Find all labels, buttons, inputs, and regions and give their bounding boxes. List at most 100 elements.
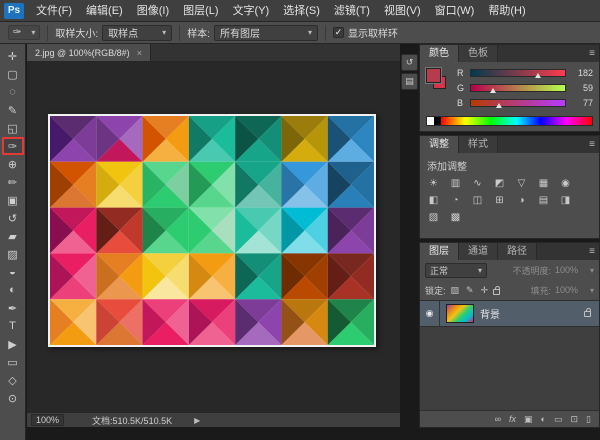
layer-row-background[interactable]: ◉ 背景 — [420, 301, 599, 327]
delete-layer-button[interactable]: ▯ — [586, 414, 591, 425]
menu-item[interactable]: 窗口(W) — [428, 0, 482, 22]
adjustment-brightness-contrast-icon[interactable]: ☀ — [427, 177, 440, 190]
menu-item[interactable]: 文字(Y) — [226, 0, 277, 22]
adjustment-channel-mixer-icon[interactable]: ◫ — [471, 194, 484, 207]
sample-layers-dropdown[interactable]: 所有图层 ▾ — [214, 25, 318, 41]
menu-item[interactable]: 选择(S) — [276, 0, 327, 22]
crop-tool[interactable]: ◱ — [2, 119, 24, 137]
channel-slider-track[interactable] — [470, 99, 566, 107]
new-group-button[interactable]: ▭ — [554, 414, 563, 425]
lasso-tool[interactable]: ◌ — [2, 83, 24, 101]
move-tool[interactable]: ✛ — [2, 47, 24, 65]
dodge-tool[interactable]: ◐ — [2, 281, 24, 299]
menu-item[interactable]: 滤镜(T) — [327, 0, 377, 22]
menu-item[interactable]: 编辑(E) — [79, 0, 130, 22]
show-sampling-ring-checkbox[interactable]: ✓ — [333, 27, 344, 38]
adjustment-curves-icon[interactable]: ∿ — [471, 177, 484, 190]
close-icon[interactable]: × — [137, 48, 142, 58]
sample-size-dropdown[interactable]: 取样点 ▾ — [102, 25, 172, 41]
tab-adjustments[interactable]: 调整 — [420, 136, 459, 153]
panel-menu-icon[interactable]: ≡ — [589, 45, 595, 62]
canvas[interactable] — [27, 62, 400, 412]
lock-transparency-icon[interactable]: ▨ — [450, 285, 461, 296]
blend-mode-dropdown[interactable]: 正常 ▾ — [425, 263, 487, 278]
menu-item[interactable]: 图像(I) — [130, 0, 176, 22]
adjustment-black-white-icon[interactable]: ◧ — [427, 194, 440, 207]
foreground-color-swatch[interactable] — [426, 68, 441, 83]
adjustment-photo-filter-icon[interactable]: ◔ — [449, 194, 462, 207]
path-selection-tool[interactable]: ▶ — [2, 335, 24, 353]
adjustment-hue-saturation-icon[interactable]: ▦ — [537, 177, 550, 190]
slider-handle[interactable] — [496, 103, 502, 108]
tab-layers[interactable]: 图层 — [420, 243, 459, 260]
adjustment-exposure-icon[interactable]: ◩ — [493, 177, 506, 190]
collapsed-panel-history-icon[interactable]: ↺ — [401, 54, 418, 71]
opacity-value[interactable]: 100% — [555, 265, 578, 275]
document-tab[interactable]: 2.jpg @ 100%(RGB/8#) × — [27, 44, 151, 61]
layer-style-button[interactable]: fx — [509, 414, 516, 424]
eraser-tool[interactable]: ▰ — [2, 227, 24, 245]
color-slider-b: B77 — [457, 97, 593, 109]
pen-tool[interactable]: ✒ — [2, 299, 24, 317]
adjustment-vibrance-icon[interactable]: ▽ — [515, 177, 528, 190]
spectrum-rainbow[interactable] — [441, 117, 592, 125]
hand-tool[interactable]: ◇ — [2, 371, 24, 389]
new-layer-button[interactable]: ⊡ — [571, 414, 579, 425]
channel-value[interactable]: 77 — [571, 98, 593, 108]
spectrum-black-chip[interactable] — [434, 117, 441, 125]
link-layers-button[interactable]: ∞ — [495, 414, 501, 424]
canvas-image[interactable] — [48, 114, 376, 347]
status-options-arrow-icon[interactable]: ▶ — [194, 416, 200, 425]
horizontal-type-tool[interactable]: T — [2, 317, 24, 335]
channel-slider-track[interactable] — [470, 84, 566, 92]
tab-styles[interactable]: 样式 — [459, 136, 498, 153]
channel-value[interactable]: 59 — [571, 83, 593, 93]
tab-swatches[interactable]: 色板 — [459, 45, 498, 62]
slider-handle[interactable] — [490, 88, 496, 93]
tool-preset-picker[interactable]: ✑ ▾ — [8, 25, 40, 40]
brush-tool[interactable]: ✏ — [2, 173, 24, 191]
rectangular-marquee-tool[interactable]: ▢ — [2, 65, 24, 83]
tab-color[interactable]: 颜色 — [420, 45, 459, 62]
tab-paths[interactable]: 路径 — [498, 243, 537, 260]
spectrum-white-chip[interactable] — [427, 117, 434, 125]
lock-image-icon[interactable]: ✎ — [465, 285, 475, 296]
slider-handle[interactable] — [535, 73, 541, 78]
clone-stamp-tool[interactable]: ▣ — [2, 191, 24, 209]
adjustment-color-lookup-icon[interactable]: ⊞ — [493, 194, 506, 207]
zoom-tool[interactable]: ⊙ — [2, 389, 24, 407]
layer-visibility-toggle[interactable]: ◉ — [420, 301, 440, 327]
lock-position-icon[interactable]: ✛ — [480, 285, 490, 296]
eyedropper-tool[interactable]: ✑ — [2, 137, 24, 155]
channel-value[interactable]: 182 — [571, 68, 593, 78]
adjustment-color-balance-icon[interactable]: ◉ — [559, 177, 572, 190]
lock-all-icon[interactable] — [493, 289, 500, 295]
rectangle-shape-tool[interactable]: ▭ — [2, 353, 24, 371]
add-mask-button[interactable]: ▣ — [524, 414, 533, 425]
color-spectrum-bar[interactable] — [426, 116, 593, 126]
adjustment-levels-icon[interactable]: ▥ — [449, 177, 462, 190]
new-adjustment-button[interactable]: ◐ — [541, 414, 546, 424]
zoom-level-field[interactable]: 100% — [31, 414, 64, 426]
panel-menu-icon[interactable]: ≡ — [589, 136, 595, 153]
menu-item[interactable]: 文件(F) — [29, 0, 79, 22]
adjustment-gradient-map-icon[interactable]: ▧ — [427, 211, 440, 224]
collapsed-panel-properties-icon[interactable]: ▤ — [401, 73, 418, 90]
channel-slider-track[interactable] — [470, 69, 566, 77]
adjustment-posterize-icon[interactable]: ▤ — [537, 194, 550, 207]
adjustment-threshold-icon[interactable]: ◨ — [559, 194, 572, 207]
history-brush-tool[interactable]: ↺ — [2, 209, 24, 227]
gradient-tool[interactable]: ▨ — [2, 245, 24, 263]
panel-menu-icon[interactable]: ≡ — [589, 243, 595, 260]
adjustment-selective-color-icon[interactable]: ▩ — [449, 211, 462, 224]
menu-item[interactable]: 帮助(H) — [481, 0, 532, 22]
fill-value[interactable]: 100% — [555, 285, 578, 295]
tab-channels[interactable]: 通道 — [459, 243, 498, 260]
menu-item[interactable]: 图层(L) — [176, 0, 225, 22]
menu-item[interactable]: 视图(V) — [377, 0, 428, 22]
adjustment-invert-icon[interactable]: ◑ — [515, 194, 528, 207]
layer-thumbnail[interactable] — [446, 304, 474, 323]
blur-tool[interactable]: ◒ — [2, 263, 24, 281]
quick-selection-tool[interactable]: ✎ — [2, 101, 24, 119]
spot-healing-brush-tool[interactable]: ⊕ — [2, 155, 24, 173]
